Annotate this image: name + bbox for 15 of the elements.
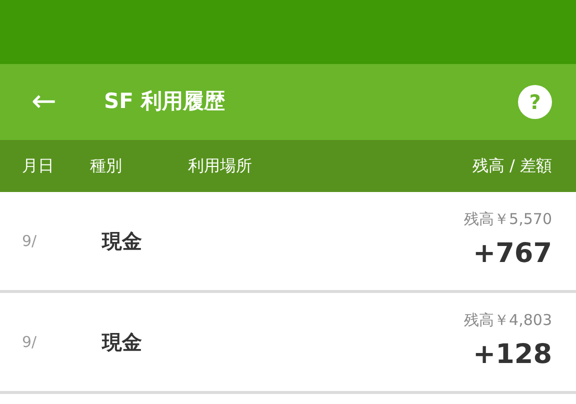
column-heading: 月日	[22, 155, 55, 177]
balance-text: 残高￥5,570	[464, 208, 552, 230]
column-heading: 残高 / 差額	[472, 155, 552, 177]
column-heading: 種別	[90, 155, 123, 177]
page-title: SF 利用履歴	[104, 88, 225, 116]
type-text: 現金	[102, 329, 142, 356]
column-heading: 利用場所	[188, 155, 252, 177]
balance-text: 残高￥4,803	[464, 310, 552, 330]
history-row[interactable]: 9/ 現金 残高￥4,803 +128	[0, 293, 576, 394]
amount-text: +767	[473, 237, 552, 271]
date-text: 9/	[22, 230, 38, 252]
type-text: 現金	[102, 228, 142, 255]
date-text: 9/	[22, 332, 38, 353]
history-row[interactable]: 9/ 現金 残高￥5,570 +767	[0, 192, 576, 293]
amount-text: +128	[473, 338, 552, 372]
